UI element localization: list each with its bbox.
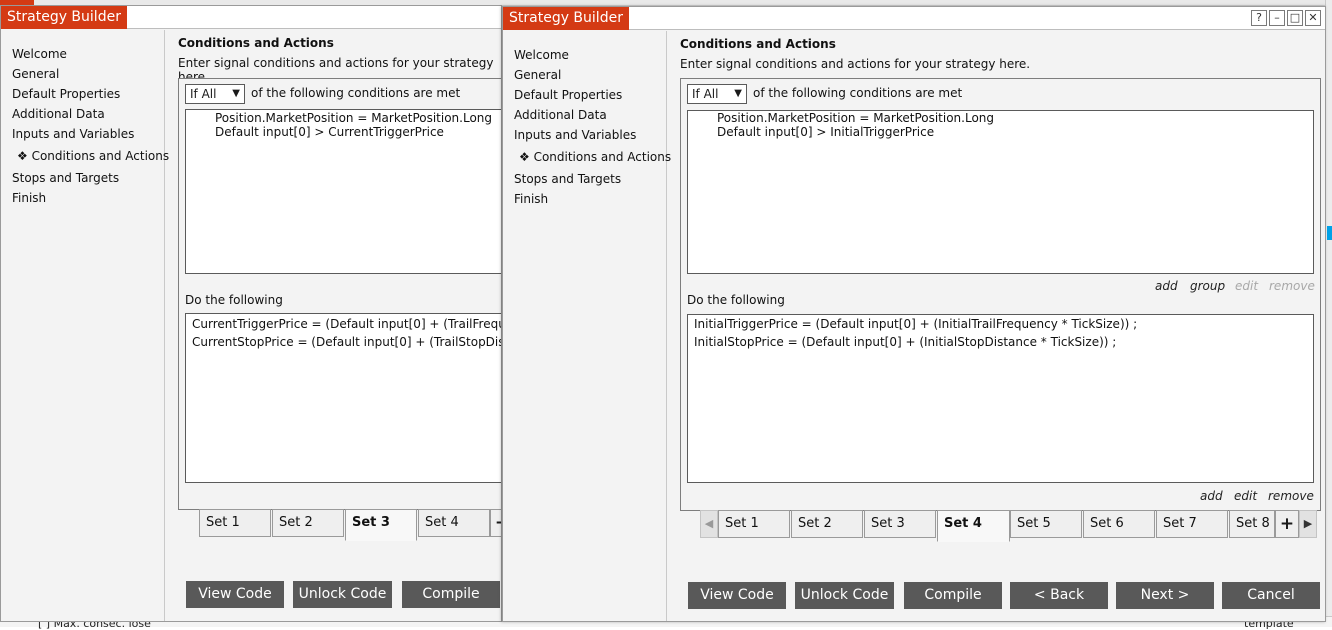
- window-title: Strategy Builder: [503, 7, 629, 30]
- compile-button[interactable]: Compile: [402, 581, 500, 608]
- do-the-following-label: Do the following: [185, 293, 283, 307]
- title-bar[interactable]: Strategy Builder: [1, 6, 501, 29]
- title-bar[interactable]: Strategy Builder ? – □ ✕: [503, 7, 1325, 30]
- tab-set-2[interactable]: Set 2: [272, 509, 344, 537]
- edit-action-link[interactable]: edit: [1234, 489, 1257, 503]
- actions-list[interactable]: CurrentTriggerPrice = (Default input[0] …: [185, 313, 501, 483]
- conditions-panel: If All ▼ of the following conditions are…: [178, 78, 501, 510]
- tab-set-6[interactable]: Set 6: [1083, 510, 1155, 538]
- if-all-select-value: If All: [692, 87, 719, 101]
- action-row[interactable]: InitialTriggerPrice = (Default input[0] …: [694, 317, 1137, 331]
- section-description: Enter signal conditions and actions for …: [680, 57, 1031, 71]
- nav-item-additional-data[interactable]: Additional Data: [12, 107, 105, 121]
- nav-item-finish[interactable]: Finish: [12, 191, 46, 205]
- window-title: Strategy Builder: [1, 6, 127, 29]
- action-row[interactable]: CurrentStopPrice = (Default input[0] + (…: [192, 335, 501, 349]
- next-button[interactable]: Next >: [1116, 582, 1214, 609]
- condition-row[interactable]: Position.MarketPosition = MarketPosition…: [215, 111, 492, 125]
- action-row[interactable]: InitialStopPrice = (Default input[0] + (…: [694, 335, 1116, 349]
- section-heading: Conditions and Actions: [680, 37, 836, 51]
- conditions-panel: If All ▼ of the following conditions are…: [680, 78, 1321, 511]
- if-all-select[interactable]: If All ▼: [185, 84, 245, 104]
- background-blue-marker: [1327, 226, 1332, 240]
- wizard-nav: Welcome General Default Properties Addit…: [1, 30, 169, 621]
- conditions-list[interactable]: Position.MarketPosition = MarketPosition…: [185, 109, 501, 274]
- wizard-nav: Welcome General Default Properties Addit…: [503, 31, 671, 621]
- close-icon[interactable]: ✕: [1305, 10, 1321, 26]
- tab-set-3[interactable]: Set 3: [345, 509, 417, 541]
- nav-item-finish[interactable]: Finish: [514, 192, 548, 206]
- tab-scroll-left-icon[interactable]: ◀: [700, 510, 718, 538]
- unlock-code-button[interactable]: Unlock Code: [795, 582, 894, 609]
- tab-set-2[interactable]: Set 2: [791, 510, 863, 538]
- tab-set-1[interactable]: Set 1: [718, 510, 790, 538]
- condition-row[interactable]: Position.MarketPosition = MarketPosition…: [717, 111, 994, 125]
- unlock-code-button[interactable]: Unlock Code: [293, 581, 392, 608]
- view-code-button[interactable]: View Code: [186, 581, 284, 608]
- remove-action-link[interactable]: remove: [1268, 489, 1314, 503]
- tab-set-3[interactable]: Set 3: [864, 510, 936, 538]
- conditions-met-label: of the following conditions are met: [753, 86, 963, 100]
- compile-button[interactable]: Compile: [904, 582, 1002, 609]
- nav-item-stops-and-targets[interactable]: Stops and Targets: [12, 171, 119, 185]
- section-heading: Conditions and Actions: [178, 36, 334, 50]
- add-set-button[interactable]: +: [490, 509, 501, 537]
- nav-item-conditions-and-actions[interactable]: ❖ Conditions and Actions: [17, 149, 169, 163]
- if-all-select-value: If All: [190, 87, 217, 101]
- add-set-button[interactable]: +: [1275, 510, 1299, 538]
- nav-item-default-properties[interactable]: Default Properties: [514, 88, 622, 102]
- condition-row[interactable]: Default input[0] > InitialTriggerPrice: [717, 125, 934, 139]
- nav-item-welcome[interactable]: Welcome: [514, 48, 569, 62]
- tab-set-8[interactable]: Set 8: [1229, 510, 1275, 538]
- tab-set-4[interactable]: Set 4: [937, 510, 1010, 542]
- actions-list[interactable]: InitialTriggerPrice = (Default input[0] …: [687, 314, 1314, 483]
- conditions-met-label: of the following conditions are met: [251, 86, 461, 100]
- minimize-icon[interactable]: –: [1269, 10, 1285, 26]
- nav-item-additional-data[interactable]: Additional Data: [514, 108, 607, 122]
- do-the-following-label: Do the following: [687, 293, 785, 307]
- conditions-list[interactable]: Position.MarketPosition = MarketPosition…: [687, 110, 1314, 274]
- add-action-link[interactable]: add: [1200, 489, 1223, 503]
- if-all-select[interactable]: If All ▼: [687, 84, 747, 104]
- window-controls: ? – □ ✕: [1251, 10, 1321, 26]
- condition-row[interactable]: Default input[0] > CurrentTriggerPrice: [215, 125, 444, 139]
- back-button[interactable]: < Back: [1010, 582, 1108, 609]
- group-condition-link[interactable]: group: [1190, 279, 1225, 293]
- tab-scroll-right-icon[interactable]: ▶: [1299, 510, 1317, 538]
- edit-condition-link: edit: [1235, 279, 1259, 293]
- tab-set-1[interactable]: Set 1: [199, 509, 271, 537]
- chevron-down-icon: ▼: [232, 88, 240, 99]
- tab-set-4[interactable]: Set 4: [418, 509, 490, 537]
- maximize-icon[interactable]: □: [1287, 10, 1303, 26]
- cancel-button[interactable]: Cancel: [1222, 582, 1320, 609]
- tab-set-5[interactable]: Set 5: [1010, 510, 1082, 538]
- chevron-down-icon: ▼: [734, 88, 742, 99]
- nav-item-welcome[interactable]: Welcome: [12, 47, 67, 61]
- nav-item-general[interactable]: General: [514, 68, 561, 82]
- strategy-builder-window-back: Strategy Builder Welcome General Default…: [0, 5, 502, 622]
- nav-item-default-properties[interactable]: Default Properties: [12, 87, 120, 101]
- view-code-button[interactable]: View Code: [688, 582, 786, 609]
- action-row[interactable]: CurrentTriggerPrice = (Default input[0] …: [192, 317, 501, 331]
- help-icon[interactable]: ?: [1251, 10, 1267, 26]
- nav-item-inputs-and-variables[interactable]: Inputs and Variables: [514, 128, 636, 142]
- tab-set-7[interactable]: Set 7: [1156, 510, 1228, 538]
- nav-item-stops-and-targets[interactable]: Stops and Targets: [514, 172, 621, 186]
- nav-item-inputs-and-variables[interactable]: Inputs and Variables: [12, 127, 134, 141]
- background-right-strip: [1325, 0, 1332, 627]
- nav-item-general[interactable]: General: [12, 67, 59, 81]
- remove-condition-link: remove: [1269, 279, 1315, 293]
- nav-item-conditions-and-actions[interactable]: ❖ Conditions and Actions: [519, 150, 671, 164]
- add-condition-link[interactable]: add: [1155, 279, 1178, 293]
- strategy-builder-window-front: Strategy Builder ? – □ ✕ Welcome General…: [502, 6, 1326, 622]
